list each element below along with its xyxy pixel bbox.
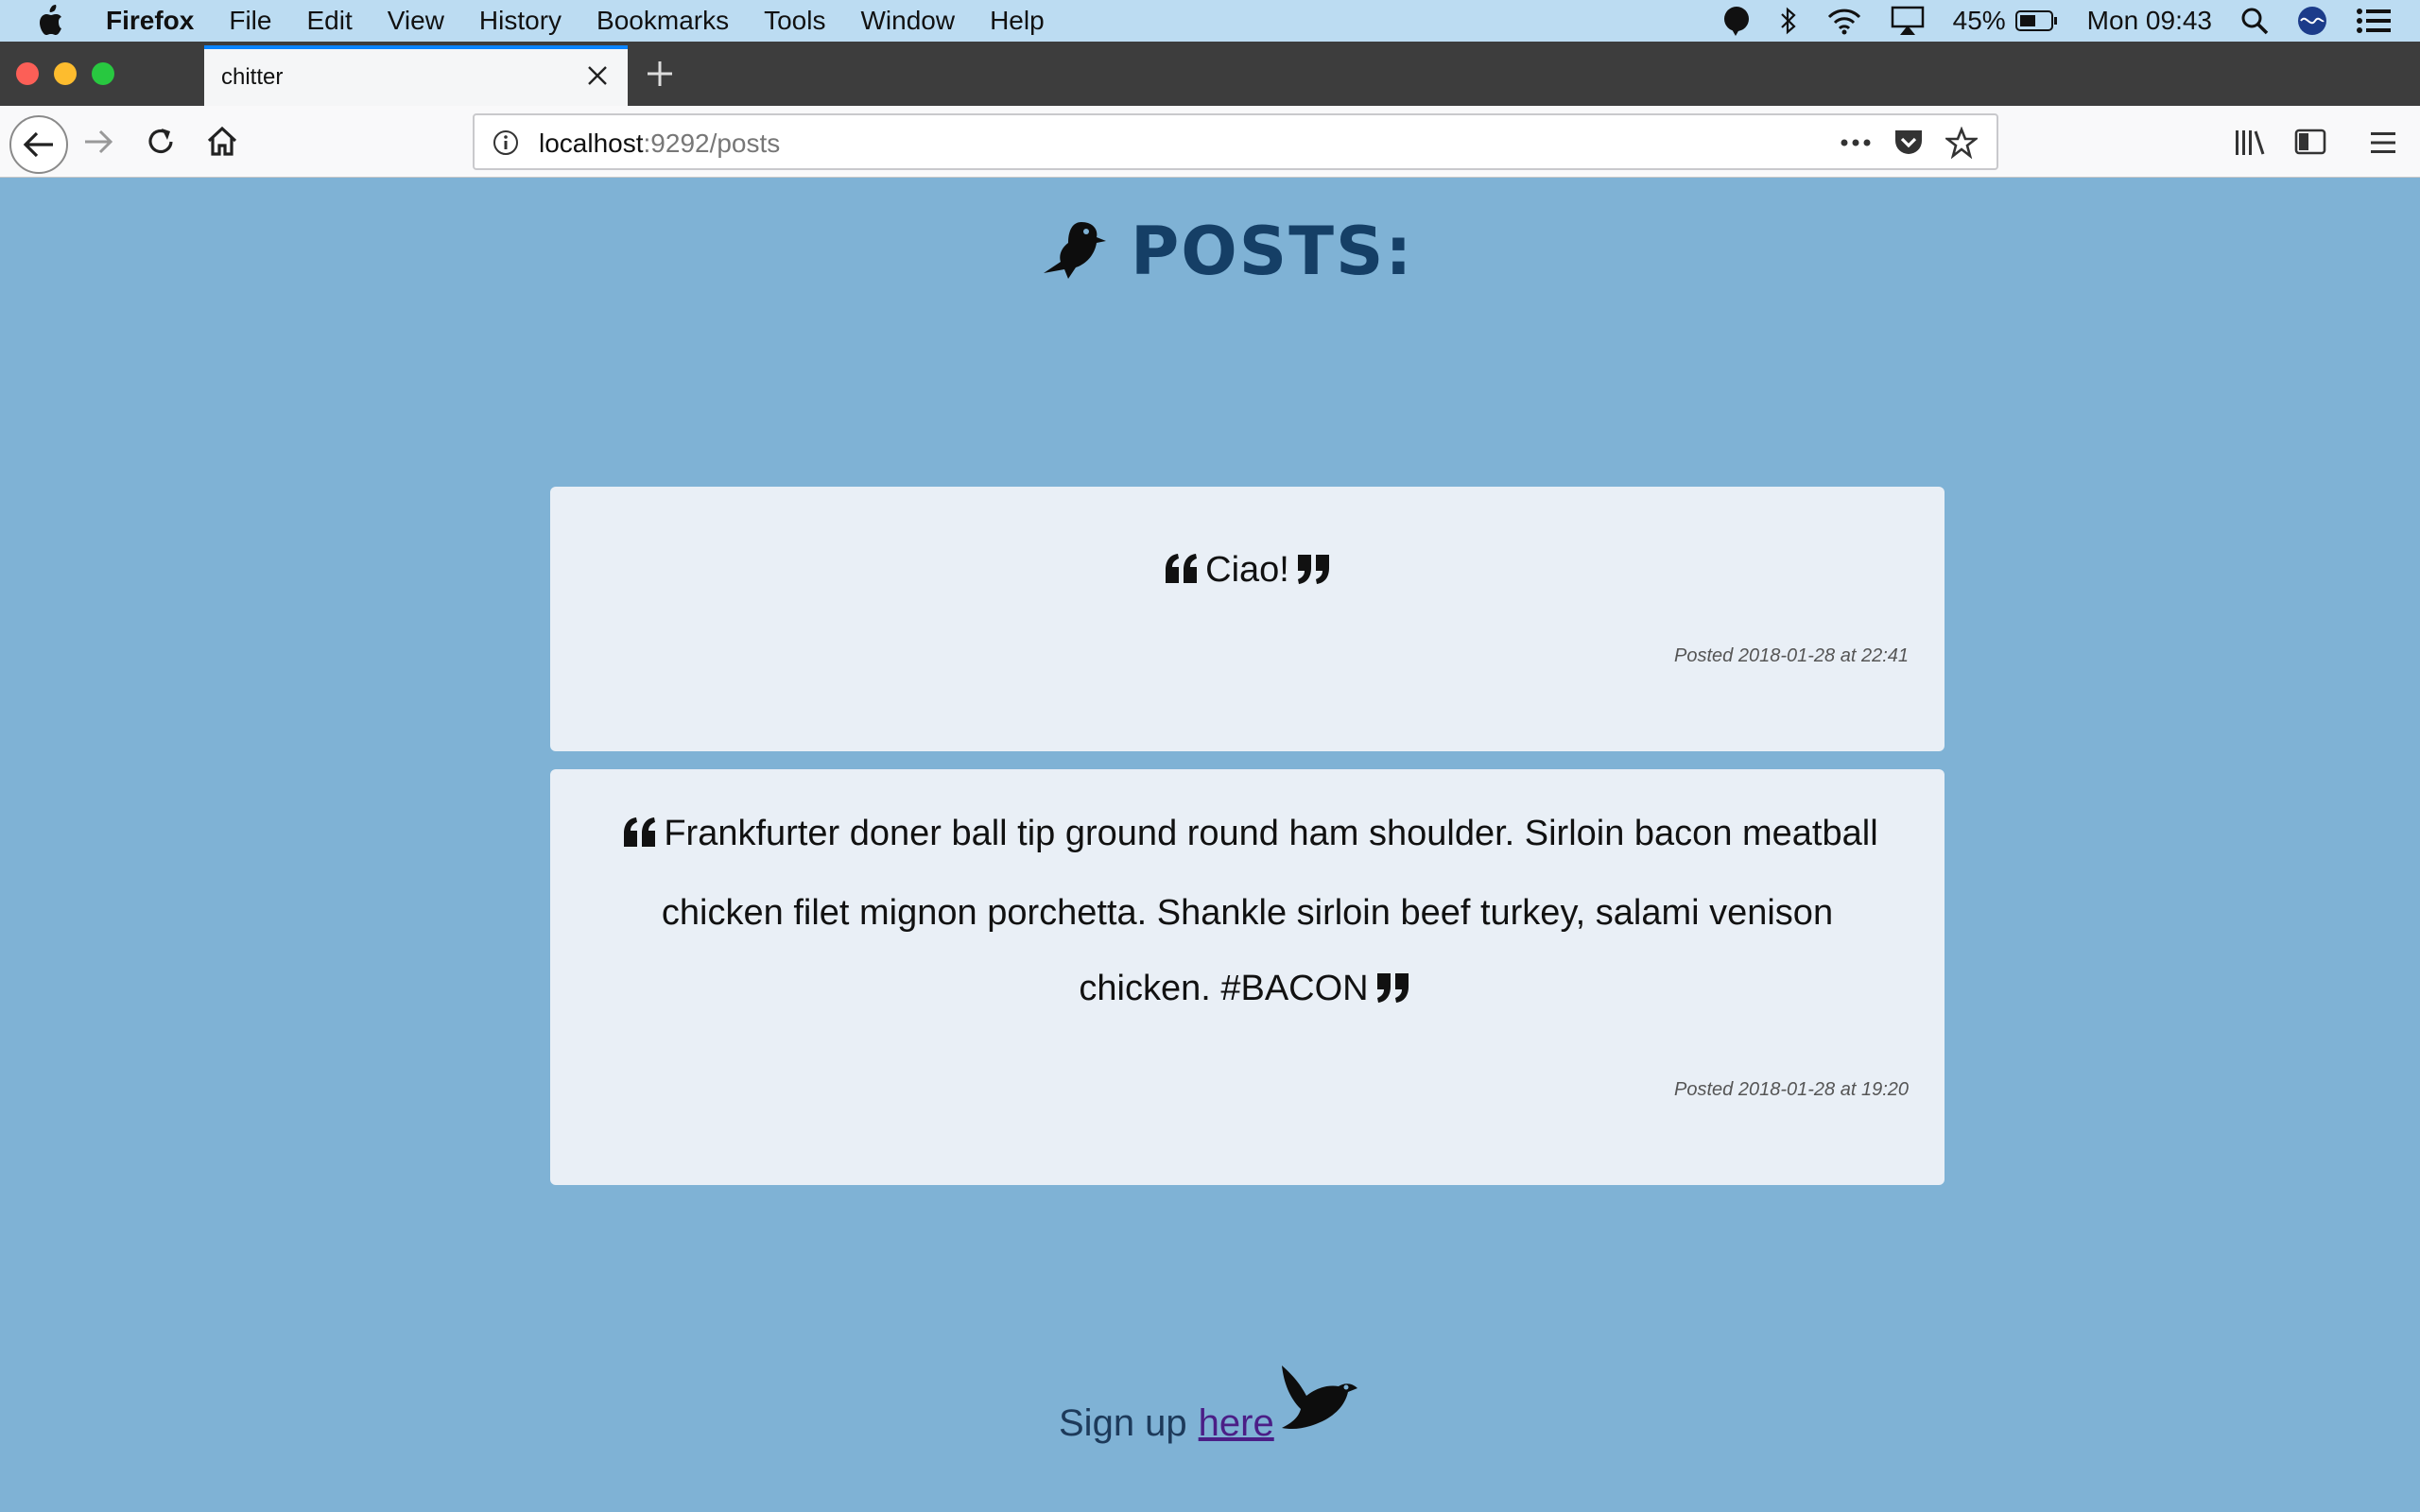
back-button[interactable]	[9, 115, 68, 174]
signup-text: Sign up	[1059, 1402, 1187, 1444]
menu-window[interactable]: Window	[860, 6, 955, 36]
notification-center-icon[interactable]	[2356, 7, 2392, 35]
hamburger-menu-icon[interactable]	[2365, 127, 2401, 159]
home-icon[interactable]	[204, 123, 240, 159]
menu-help[interactable]: Help	[990, 6, 1045, 36]
chat-bubble-icon[interactable]	[1722, 5, 1751, 37]
bird-icon	[1040, 216, 1108, 287]
url-tools	[1819, 127, 1978, 159]
battery-icon[interactable]	[2014, 9, 2059, 32]
pocket-icon[interactable]	[1893, 128, 1925, 158]
post-timestamp: Posted 2018-01-28 at 22:41	[1674, 645, 1909, 666]
post-card: Ciao! Posted 2018-01-28 at 22:41	[550, 487, 1945, 751]
signup-link[interactable]: here	[1199, 1402, 1274, 1445]
menu-file[interactable]: File	[229, 6, 271, 36]
page-title: POSTS:	[1131, 213, 1414, 290]
url-bar[interactable]: localhost:9292/posts	[473, 113, 1998, 170]
macos-menubar: Firefox File Edit View History Bookmarks…	[0, 0, 2420, 42]
window-zoom-button[interactable]	[92, 62, 114, 85]
spotlight-icon[interactable]	[2240, 7, 2269, 35]
post-body: Ciao!	[550, 487, 1945, 611]
site-info-icon[interactable]	[492, 129, 520, 162]
signup-footer: Sign up here	[1059, 1360, 1361, 1445]
url-host: localhost	[539, 129, 644, 158]
new-tab-icon[interactable]	[643, 57, 677, 91]
tab-chitter[interactable]: chitter	[204, 45, 628, 106]
sidebar-icon[interactable]	[2291, 125, 2329, 159]
post-text: Ciao!	[1205, 550, 1289, 590]
quote-close-icon	[1374, 954, 1410, 1030]
page-content: POSTS: Ciao! Posted 2018-01-28 at 22:41 …	[0, 179, 2420, 1502]
bluetooth-icon[interactable]	[1779, 6, 1798, 36]
menu-firefox[interactable]: Firefox	[106, 6, 194, 36]
tab-title: chitter	[221, 64, 284, 90]
flying-bird-icon	[1278, 1360, 1361, 1445]
menu-bookmarks[interactable]: Bookmarks	[596, 6, 729, 36]
browser-tabbar: chitter	[0, 42, 2420, 106]
url-text[interactable]: localhost:9292/posts	[539, 129, 780, 159]
window-close-button[interactable]	[16, 62, 39, 85]
post-card: Frankfurter doner ball tip ground round …	[550, 769, 1945, 1185]
clock[interactable]: Mon 09:43	[2087, 6, 2212, 36]
menu-edit[interactable]: Edit	[306, 6, 352, 36]
quote-open-icon	[622, 799, 658, 875]
post-body: Frankfurter doner ball tip ground round …	[550, 769, 1945, 1030]
quote-close-icon	[1295, 536, 1331, 611]
quote-open-icon	[1164, 536, 1200, 611]
menu-view[interactable]: View	[388, 6, 444, 36]
library-icon[interactable]	[2231, 125, 2269, 159]
window-minimize-button[interactable]	[54, 62, 77, 85]
page-header: POSTS:	[1040, 213, 1413, 290]
airplay-icon[interactable]	[1891, 6, 1925, 36]
reload-icon[interactable]	[144, 125, 178, 159]
browser-navbar: localhost:9292/posts	[0, 106, 2420, 178]
wifi-icon[interactable]	[1826, 7, 1862, 35]
apple-icon[interactable]	[36, 5, 68, 37]
battery-percentage: 45%	[1952, 6, 2006, 35]
menu-history[interactable]: History	[479, 6, 562, 36]
close-tab-icon[interactable]	[582, 60, 613, 91]
post-text: Frankfurter doner ball tip ground round …	[661, 814, 1878, 1008]
menu-tools[interactable]: Tools	[764, 6, 825, 36]
url-path: :9292/posts	[643, 129, 781, 158]
status-area: 45% Mon 09:43	[1722, 0, 2420, 42]
bookmark-star-icon[interactable]	[1945, 127, 1978, 159]
post-timestamp: Posted 2018-01-28 at 19:20	[1674, 1079, 1909, 1100]
forward-button[interactable]	[81, 127, 115, 157]
page-actions-icon[interactable]	[1840, 138, 1872, 147]
siri-icon[interactable]	[2297, 6, 2327, 36]
